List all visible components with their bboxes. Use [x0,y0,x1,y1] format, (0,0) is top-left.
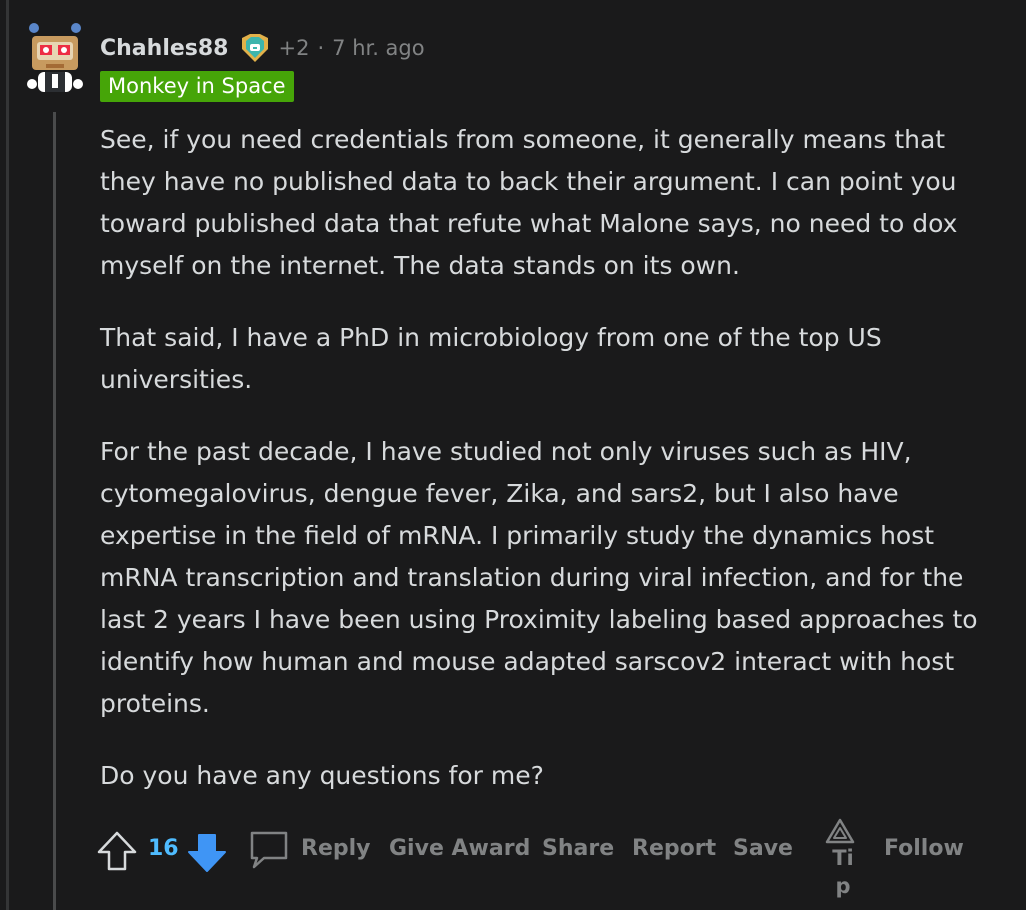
snoo-robot-avatar-icon [27,23,83,92]
reply-button[interactable]: Reply [301,836,371,861]
save-button[interactable]: Save [733,836,793,861]
comment-body: See, if you need credentials from someon… [100,119,1000,827]
comment-timestamp[interactable]: 7 hr. ago [332,36,424,60]
follow-button[interactable]: Follow [884,836,964,861]
parent-thread-line[interactable] [6,0,9,910]
tip-label: Tip [832,846,854,898]
downvote-arrow-icon[interactable] [186,832,228,874]
give-award-button[interactable]: Give Award [389,836,530,861]
vote-count: 16 [148,836,179,861]
comment-paragraph: See, if you need credentials from someon… [100,125,958,280]
speech-bubble-icon[interactable] [248,830,290,870]
award-count: +2 [278,36,310,60]
comment-thread-line[interactable] [53,112,56,910]
avatar[interactable] [22,20,88,96]
user-flair: Monkey in Space [100,71,294,102]
comment-header: Chahles88 +2 · 7 hr. ago [100,30,425,66]
tip-triangle-icon [825,818,855,844]
tip-button[interactable]: Tip [822,818,862,898]
share-button[interactable]: Share [542,836,614,861]
username-link[interactable]: Chahles88 [100,36,229,61]
report-button[interactable]: Report [632,836,716,861]
award-icon[interactable] [239,33,271,63]
comment-action-bar: 16 Reply Give Award Share Report Save Ti… [96,818,996,898]
header-separator: · [317,36,325,60]
comment-paragraph: For the past decade, I have studied not … [100,437,978,718]
comment-paragraph: That said, I have a PhD in microbiology … [100,323,882,394]
comment-paragraph: Do you have any questions for me? [100,761,544,790]
upvote-arrow-icon[interactable] [96,830,138,872]
